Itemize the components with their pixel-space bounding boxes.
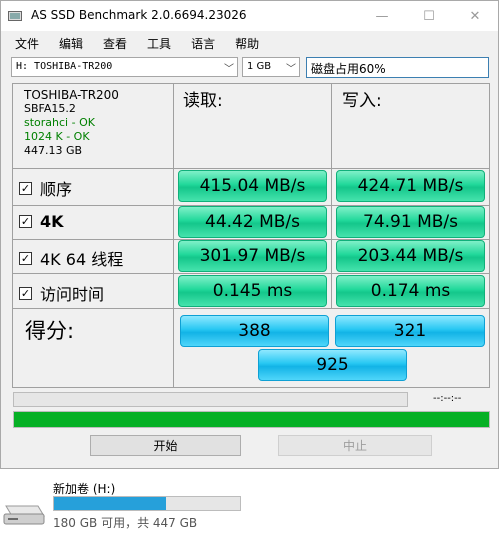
menu-edit[interactable]: 编辑 bbox=[45, 35, 83, 52]
close-icon: ✕ bbox=[469, 8, 481, 24]
abort-button[interactable]: 中止 bbox=[278, 435, 432, 456]
drive-space-bar bbox=[53, 496, 241, 511]
test-size-value: 1 GB bbox=[247, 61, 272, 72]
4k-write-result: 74.91 MB/s bbox=[336, 206, 485, 238]
4k-row-label[interactable]: ✓ 4K bbox=[19, 212, 64, 231]
minimize-icon: — bbox=[375, 8, 389, 24]
4k-read-result: 44.42 MB/s bbox=[178, 206, 327, 238]
drive-select[interactable]: H: TOSHIBA-TR200 ﹀ bbox=[11, 57, 238, 77]
grid-divider bbox=[331, 83, 332, 308]
write-header: 写入: bbox=[342, 91, 382, 111]
app-icon bbox=[8, 11, 22, 21]
write-score: 321 bbox=[335, 315, 485, 347]
4k64-write-result: 203.44 MB/s bbox=[336, 240, 485, 272]
driver-status: storahci - OK bbox=[24, 116, 95, 129]
chevron-down-icon: ﹀ bbox=[286, 64, 296, 75]
title-bar[interactable]: AS SSD Benchmark 2.0.6694.23026 — ☐ ✕ bbox=[1, 1, 498, 31]
grid-divider bbox=[12, 273, 490, 274]
menu-file[interactable]: 文件 bbox=[1, 35, 39, 52]
start-button[interactable]: 开始 bbox=[90, 435, 241, 456]
drive-tile-name[interactable]: 新加卷 (H:) bbox=[53, 480, 115, 497]
seq-label-text: 顺序 bbox=[40, 180, 73, 199]
test-progress-bar bbox=[13, 392, 408, 407]
total-score: 925 bbox=[258, 349, 407, 381]
4k64-row-label[interactable]: ✓ 4K 64 线程 bbox=[19, 246, 123, 270]
drive-model: TOSHIBA-TR200 bbox=[24, 88, 119, 102]
drive-space-text: 180 GB 可用，共 447 GB bbox=[53, 516, 198, 530]
access-write-result: 0.174 ms bbox=[336, 275, 485, 307]
seq-row-label[interactable]: ✓ 顺序 bbox=[19, 176, 72, 200]
disk-usage-text: 磁盘占用60% bbox=[311, 62, 386, 76]
menu-help[interactable]: 帮助 bbox=[221, 35, 259, 52]
drive-space-bar-fill bbox=[54, 497, 166, 510]
drive-capacity: 447.13 GB bbox=[24, 144, 83, 157]
menu-language[interactable]: 语言 bbox=[177, 35, 215, 52]
grid-divider bbox=[12, 168, 490, 169]
disk-usage-field[interactable]: 磁盘占用60% bbox=[306, 57, 489, 78]
seq-read-result: 415.04 MB/s bbox=[178, 170, 327, 202]
checkbox-checked-icon[interactable]: ✓ bbox=[19, 286, 32, 300]
grid-divider bbox=[12, 308, 490, 309]
drive-firmware: SBFA15.2 bbox=[24, 102, 76, 115]
maximize-icon: ☐ bbox=[423, 8, 435, 24]
window-title: AS SSD Benchmark 2.0.6694.23026 bbox=[31, 8, 247, 22]
access-read-result: 0.145 ms bbox=[178, 275, 327, 307]
checkbox-checked-icon[interactable]: ✓ bbox=[19, 251, 32, 265]
read-score: 388 bbox=[180, 315, 329, 347]
access-time-label-text: 访问时间 bbox=[40, 285, 105, 304]
grid-divider bbox=[173, 83, 174, 388]
4k64-read-result: 301.97 MB/s bbox=[178, 240, 327, 272]
chevron-down-icon: ﹀ bbox=[224, 64, 234, 75]
close-button[interactable]: ✕ bbox=[452, 1, 498, 31]
menu-view[interactable]: 查看 bbox=[89, 35, 127, 52]
maximize-button[interactable]: ☐ bbox=[406, 1, 452, 31]
read-header: 读取: bbox=[183, 91, 223, 111]
seq-write-result: 424.71 MB/s bbox=[336, 170, 485, 202]
minimize-button[interactable]: — bbox=[359, 1, 405, 31]
4k64-label-text: 4K 64 线程 bbox=[40, 250, 124, 269]
alignment-status: 1024 K - OK bbox=[24, 130, 90, 143]
access-time-row-label[interactable]: ✓ 访问时间 bbox=[19, 281, 104, 305]
drive-select-value: H: TOSHIBA-TR200 bbox=[16, 61, 113, 72]
test-size-select[interactable]: 1 GB ﹀ bbox=[242, 57, 300, 77]
4k-label-text: 4K bbox=[40, 212, 64, 231]
score-label: 得分: bbox=[25, 319, 75, 343]
checkbox-checked-icon[interactable]: ✓ bbox=[19, 181, 32, 195]
app-window: AS SSD Benchmark 2.0.6694.23026 — ☐ ✕ 文件… bbox=[0, 0, 499, 469]
menu-bar: 文件 编辑 查看 工具 语言 帮助 bbox=[1, 31, 498, 55]
checkbox-checked-icon[interactable]: ✓ bbox=[19, 215, 32, 228]
menu-tools[interactable]: 工具 bbox=[133, 35, 171, 52]
overall-progress-bar bbox=[13, 411, 490, 428]
elapsed-time: --:--:-- bbox=[433, 393, 462, 404]
drive-info: TOSHIBA-TR200 SBFA15.2 storahci - OK 102… bbox=[24, 88, 119, 158]
drive-icon bbox=[3, 505, 45, 525]
